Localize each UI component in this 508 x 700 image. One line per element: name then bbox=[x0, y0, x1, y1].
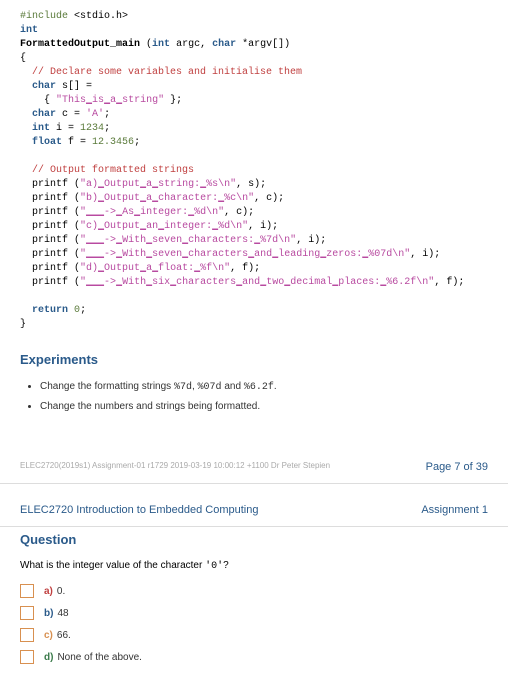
checkbox-icon[interactable] bbox=[20, 650, 34, 664]
assignment-label: Assignment 1 bbox=[421, 504, 488, 516]
page-footer: ELEC2720(2019s1) Assignment-01 r1729 201… bbox=[0, 421, 508, 484]
page-header: ELEC2720 Introduction to Embedded Comput… bbox=[0, 504, 508, 526]
question-text: What is the integer value of the charact… bbox=[0, 552, 508, 580]
footer-meta: ELEC2720(2019s1) Assignment-01 r1729 201… bbox=[20, 461, 330, 473]
options-list: a)0. b)48 c)66. d)None of the above. bbox=[0, 580, 508, 668]
option-a[interactable]: a)0. bbox=[20, 580, 488, 602]
question-heading: Question bbox=[0, 526, 508, 552]
code-block: #include <stdio.h> int FormattedOutput_m… bbox=[0, 0, 508, 342]
experiment-item: Change the numbers and strings being for… bbox=[40, 397, 488, 416]
experiments-list: Change the formatting strings %7d, %07d … bbox=[0, 372, 508, 421]
experiment-item: Change the formatting strings %7d, %07d … bbox=[40, 377, 488, 397]
checkbox-icon[interactable] bbox=[20, 584, 34, 598]
experiments-heading: Experiments bbox=[0, 342, 508, 372]
course-title: ELEC2720 Introduction to Embedded Comput… bbox=[20, 504, 259, 516]
checkbox-icon[interactable] bbox=[20, 606, 34, 620]
option-d[interactable]: d)None of the above. bbox=[20, 646, 488, 668]
option-b[interactable]: b)48 bbox=[20, 602, 488, 624]
include-directive: #include bbox=[20, 11, 68, 22]
checkbox-icon[interactable] bbox=[20, 628, 34, 642]
page-number: Page 7 of 39 bbox=[426, 461, 488, 473]
option-c[interactable]: c)66. bbox=[20, 624, 488, 646]
